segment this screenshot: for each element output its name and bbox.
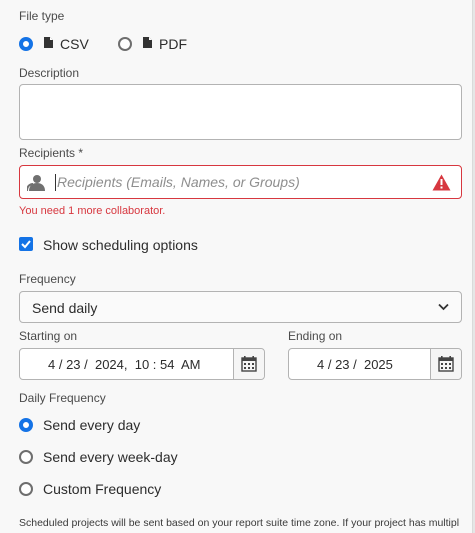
pdf-radio[interactable]: [118, 37, 132, 51]
end-calendar-button[interactable]: [430, 349, 461, 379]
recipients-input[interactable]: Recipients (Emails, Names, or Groups): [19, 165, 462, 199]
user-icon: [27, 175, 45, 191]
timezone-footnote: Scheduled projects will be sent based on…: [19, 517, 459, 529]
calendar-icon: [241, 356, 257, 372]
ending-on-label: Ending on: [288, 329, 343, 343]
recipients-label-text: Recipients: [19, 146, 76, 160]
frequency-label: Frequency: [19, 272, 76, 286]
recipients-error: You need 1 more collaborator.: [19, 205, 166, 217]
required-marker: *: [78, 146, 84, 160]
frequency-select[interactable]: Send daily: [19, 291, 462, 323]
custom-frequency-radio[interactable]: [19, 482, 33, 496]
chevron-down-icon: [438, 303, 449, 311]
send-every-weekday-radio[interactable]: [19, 450, 33, 464]
alert-icon: [432, 174, 451, 191]
description-label: Description: [19, 66, 80, 80]
scheduling-checkbox[interactable]: [19, 237, 33, 251]
frequency-value: Send daily: [32, 300, 98, 316]
custom-frequency-label[interactable]: Custom Frequency: [43, 481, 161, 497]
end-date-value: 4 / 23 / 2025: [317, 357, 393, 372]
start-calendar-button[interactable]: [233, 349, 264, 379]
send-every-weekday-label[interactable]: Send every week-day: [43, 449, 178, 465]
csv-label[interactable]: CSV: [60, 36, 89, 52]
pdf-label[interactable]: PDF: [159, 36, 187, 52]
file-type-label: File type: [19, 9, 65, 23]
send-every-day-radio[interactable]: [19, 418, 33, 432]
csv-radio[interactable]: [19, 37, 33, 51]
description-field[interactable]: [19, 84, 462, 140]
file-icon: [143, 37, 152, 48]
end-date-field[interactable]: 4 / 23 / 2025: [288, 348, 462, 380]
checkmark-icon: [21, 240, 31, 249]
file-icon: [44, 37, 53, 48]
calendar-icon: [438, 356, 454, 372]
send-every-day-label[interactable]: Send every day: [43, 417, 140, 433]
start-date-value: 4 / 23 / 2024, 10 : 54 AM: [48, 357, 201, 372]
starting-on-label: Starting on: [19, 329, 78, 343]
recipients-label: Recipients *: [19, 146, 83, 160]
scheduling-label[interactable]: Show scheduling options: [43, 237, 198, 253]
start-date-field[interactable]: 4 / 23 / 2024, 10 : 54 AM: [19, 348, 265, 380]
recipients-placeholder: Recipients (Emails, Names, or Groups): [57, 174, 300, 190]
text-caret: [55, 174, 56, 191]
daily-frequency-label: Daily Frequency: [19, 391, 106, 405]
